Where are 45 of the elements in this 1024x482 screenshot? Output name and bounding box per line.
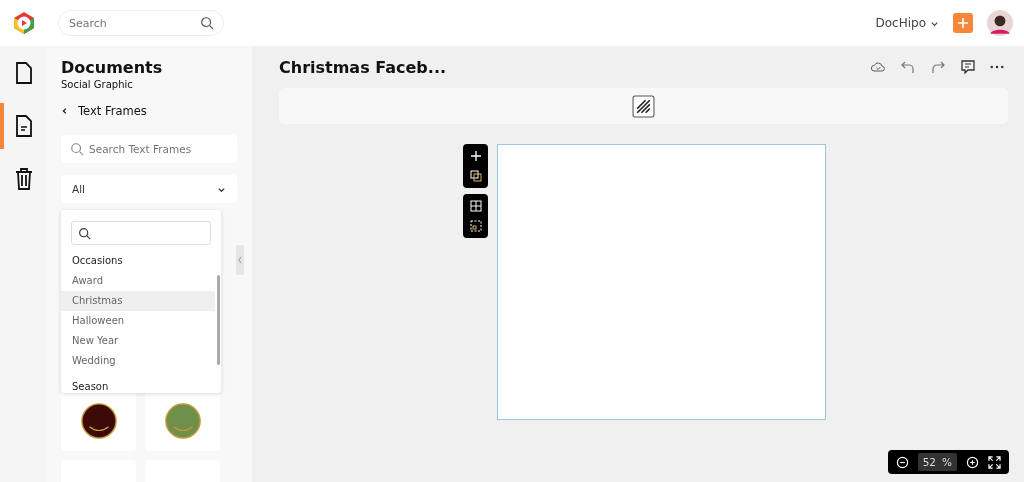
select-icon[interactable] [469, 220, 482, 232]
zoom-unit: % [942, 456, 952, 468]
search-field[interactable]: Search [58, 10, 224, 36]
search-field[interactable] [71, 221, 211, 245]
search-icon [70, 142, 84, 156]
logo-icon[interactable] [12, 11, 36, 35]
undo-icon[interactable] [900, 59, 916, 75]
fullscreen-icon[interactable] [988, 455, 1001, 469]
duplicate-icon[interactable] [469, 170, 482, 182]
scrollbar[interactable] [217, 275, 220, 365]
search-field[interactable]: Search Text Frames [61, 135, 237, 163]
frame-thumbnail[interactable] [61, 391, 136, 451]
group-heading: Season [71, 380, 110, 393]
search-icon [78, 226, 91, 240]
back-icon [61, 106, 69, 116]
panel-subtitle: Social Graphic [61, 79, 134, 90]
pattern-icon[interactable] [632, 94, 655, 118]
menu-item[interactable]: Award [61, 271, 215, 291]
add-icon[interactable] [469, 150, 482, 162]
avatar[interactable] [987, 10, 1013, 36]
comment-icon[interactable] [960, 59, 976, 75]
zoom-in-icon[interactable] [966, 455, 979, 469]
collapse-handle[interactable] [236, 245, 244, 275]
menu-item[interactable]: New Year [61, 331, 215, 351]
document-icon [13, 114, 34, 138]
panel-title: Documents [61, 58, 164, 77]
group-heading: Occasions [71, 254, 124, 268]
cloud-icon[interactable] [870, 59, 886, 75]
search-icon [200, 16, 214, 30]
redo-icon[interactable] [930, 59, 946, 75]
grid-icon[interactable] [469, 200, 482, 212]
back-link[interactable]: Text Frames [61, 104, 147, 118]
trash-icon [13, 167, 34, 191]
filter-dropdown[interactable]: All [61, 175, 237, 203]
menu-item[interactable]: Halloween [61, 311, 215, 331]
menu-item[interactable]: Christmas [61, 291, 215, 311]
account-menu[interactable]: DocHipo [875, 16, 939, 30]
menu-item[interactable]: Wedding [61, 351, 215, 371]
document-title: Christmas Faceb... [279, 57, 447, 77]
zoom-field[interactable]: 52 % [917, 453, 957, 471]
zoom-out-icon[interactable] [895, 455, 909, 469]
document-icon [13, 61, 34, 85]
frame-thumbnail[interactable] [145, 391, 220, 451]
plus-icon [957, 17, 969, 29]
more-icon[interactable] [990, 65, 1004, 69]
